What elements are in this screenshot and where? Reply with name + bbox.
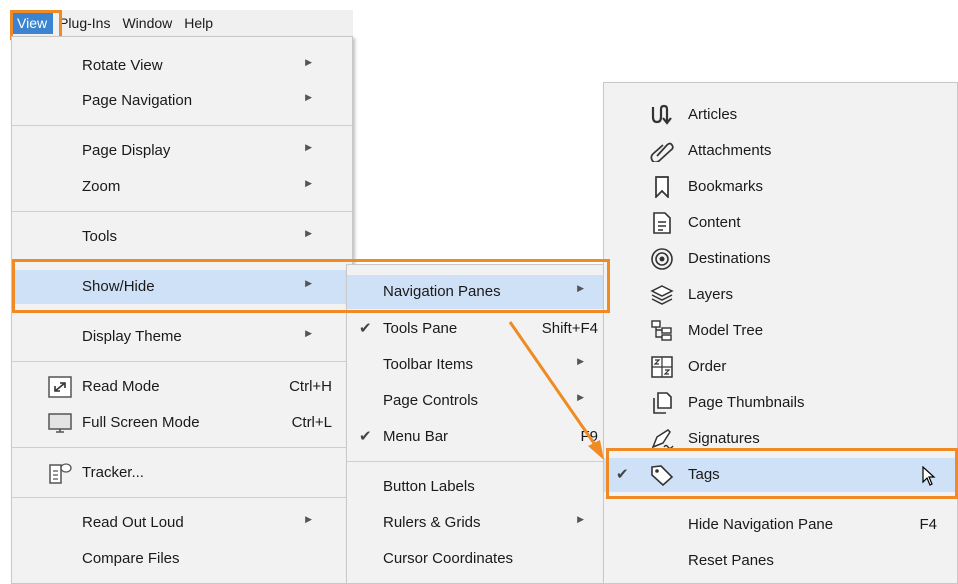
- callout-arrow: [508, 321, 604, 460]
